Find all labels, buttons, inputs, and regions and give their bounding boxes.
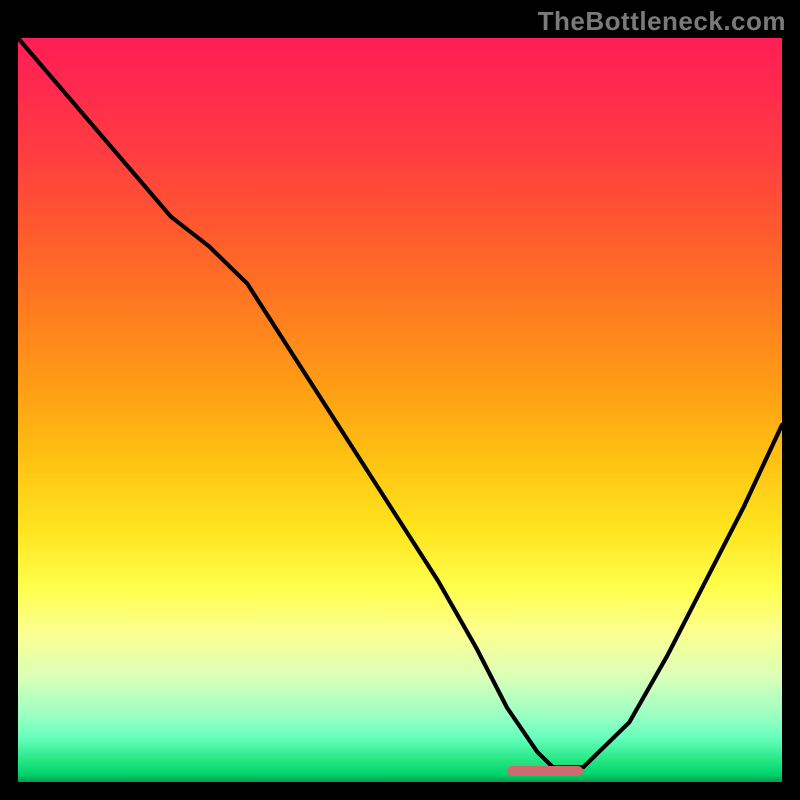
bottleneck-curve [18, 38, 782, 782]
optimal-range-marker [507, 766, 583, 776]
watermark-text: TheBottleneck.com [538, 6, 786, 37]
curve-path [18, 38, 782, 767]
plot-area [18, 38, 782, 782]
chart-frame: TheBottleneck.com [0, 0, 800, 800]
